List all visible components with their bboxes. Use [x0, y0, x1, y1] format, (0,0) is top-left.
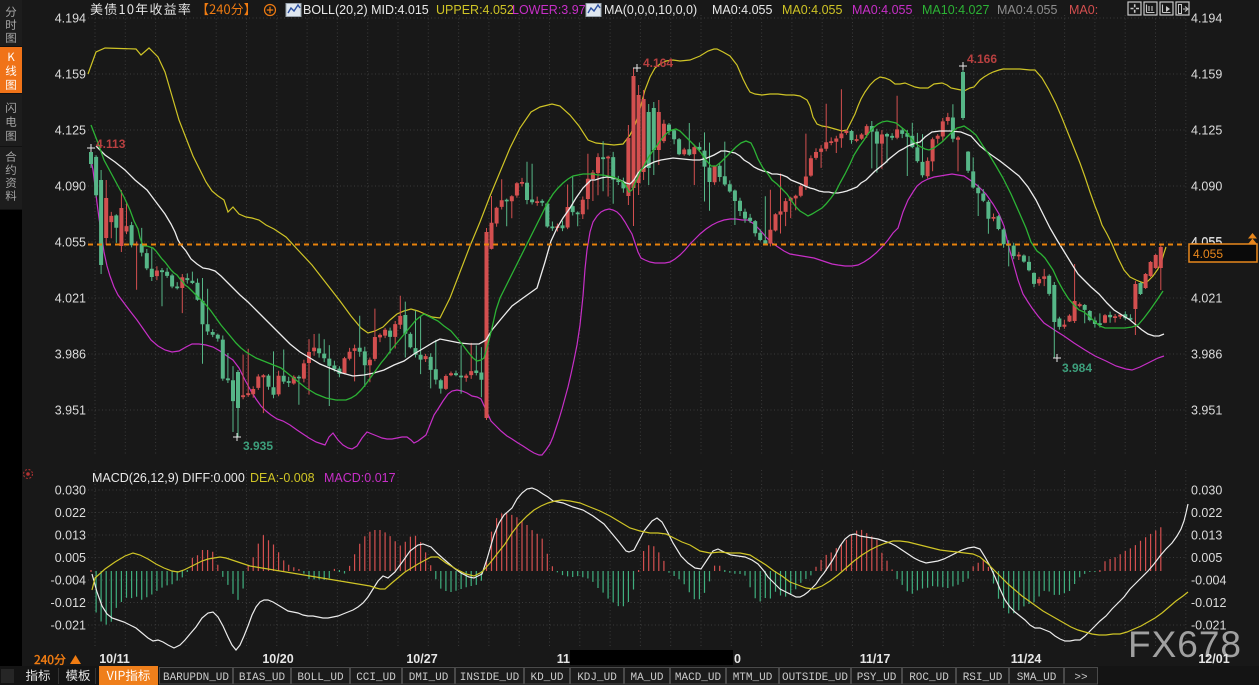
svg-text:11/17: 11/17 — [860, 652, 891, 666]
svg-text:3.951: 3.951 — [55, 404, 86, 418]
svg-text:-0.004: -0.004 — [1191, 574, 1226, 588]
svg-text:3.951: 3.951 — [1191, 404, 1222, 418]
svg-text:MA(0,0,0,10,0,0): MA(0,0,0,10,0,0) — [604, 3, 697, 17]
svg-text:4.113: 4.113 — [96, 137, 126, 151]
svg-text:SMA_UD: SMA_UD — [1017, 672, 1057, 684]
svg-text:11/24: 11/24 — [1011, 652, 1042, 666]
svg-text:4.055: 4.055 — [1193, 247, 1223, 261]
svg-text:12/01: 12/01 — [1198, 652, 1229, 666]
svg-text:ROC_UD: ROC_UD — [909, 672, 949, 684]
svg-text:UPPER:4.052: UPPER:4.052 — [436, 3, 514, 17]
svg-text:4.125: 4.125 — [55, 124, 86, 138]
svg-text:-0.004: -0.004 — [51, 574, 86, 588]
svg-text:RSI_UD: RSI_UD — [963, 672, 1003, 684]
svg-text:BIAS_UD: BIAS_UD — [239, 672, 286, 684]
svg-text:BOLL(20,2) MID:4.015: BOLL(20,2) MID:4.015 — [303, 3, 429, 17]
svg-text:0.013: 0.013 — [1191, 529, 1222, 543]
svg-text:MA_UD: MA_UD — [630, 672, 663, 684]
svg-text:3.986: 3.986 — [55, 348, 86, 362]
svg-text:4.021: 4.021 — [55, 292, 86, 306]
svg-text:4.055: 4.055 — [55, 236, 86, 250]
svg-text:0.005: 0.005 — [55, 551, 86, 565]
svg-text:4.125: 4.125 — [1191, 124, 1222, 138]
svg-text:11: 11 — [557, 652, 570, 666]
svg-text:KDJ_UD: KDJ_UD — [577, 672, 617, 684]
svg-text:MA0:: MA0: — [1069, 3, 1098, 17]
svg-text:DMI_UD: DMI_UD — [409, 672, 449, 684]
svg-text:-0.012: -0.012 — [1191, 596, 1226, 610]
svg-text:0.005: 0.005 — [1191, 551, 1222, 565]
svg-text:4.159: 4.159 — [55, 68, 86, 82]
svg-text:0.022: 0.022 — [55, 506, 86, 520]
svg-text:3.984: 3.984 — [1062, 361, 1092, 375]
svg-text:4.090: 4.090 — [1191, 180, 1222, 194]
svg-text:3.986: 3.986 — [1191, 348, 1222, 362]
svg-text:4.021: 4.021 — [1191, 292, 1222, 306]
svg-text:MACD(26,12,9) DIFF:0.000: MACD(26,12,9) DIFF:0.000 — [92, 471, 245, 485]
svg-text:4.164: 4.164 — [643, 56, 673, 70]
svg-text:4.194: 4.194 — [1191, 12, 1222, 26]
svg-text:4.166: 4.166 — [967, 52, 997, 66]
svg-text:DEA:-0.008: DEA:-0.008 — [250, 471, 315, 485]
svg-text:MACD:0.017: MACD:0.017 — [324, 471, 396, 485]
svg-text:10/11: 10/11 — [99, 652, 130, 666]
svg-text:MA0:4.055: MA0:4.055 — [852, 3, 913, 17]
svg-text:10/27: 10/27 — [406, 652, 437, 666]
svg-text:0.013: 0.013 — [55, 529, 86, 543]
svg-text:>>: >> — [1074, 672, 1087, 684]
svg-text:MA0:4.055: MA0:4.055 — [712, 3, 773, 17]
svg-text:LOWER:3.978: LOWER:3.978 — [512, 3, 593, 17]
svg-text:-0.012: -0.012 — [51, 596, 86, 610]
svg-text:MTM_UD: MTM_UD — [733, 672, 773, 684]
svg-text:4.194: 4.194 — [55, 12, 86, 26]
svg-text:BOLL_UD: BOLL_UD — [297, 672, 344, 684]
svg-text:KD_UD: KD_UD — [530, 672, 563, 684]
svg-text:CCI_UD: CCI_UD — [356, 672, 396, 684]
svg-text:MA0:4.055: MA0:4.055 — [997, 3, 1058, 17]
svg-text:0: 0 — [734, 652, 741, 666]
svg-text:3.935: 3.935 — [243, 439, 273, 453]
svg-text:BARUPDN_UD: BARUPDN_UD — [163, 672, 229, 684]
svg-text:OUTSIDE_UD: OUTSIDE_UD — [782, 672, 848, 684]
svg-text:PSY_UD: PSY_UD — [857, 672, 897, 684]
svg-text:4.159: 4.159 — [1191, 68, 1222, 82]
svg-text:MA0:4.055: MA0:4.055 — [782, 3, 843, 17]
svg-text:4.090: 4.090 — [55, 180, 86, 194]
svg-text:-0.021: -0.021 — [51, 619, 86, 633]
svg-text:0.022: 0.022 — [1191, 506, 1222, 520]
svg-text:0.030: 0.030 — [55, 484, 86, 498]
svg-text:MA10:4.027: MA10:4.027 — [922, 3, 989, 17]
svg-text:MACD_UD: MACD_UD — [675, 672, 722, 684]
svg-text:0.030: 0.030 — [1191, 484, 1222, 498]
svg-text:10/20: 10/20 — [262, 652, 293, 666]
svg-text:INSIDE_UD: INSIDE_UD — [460, 672, 520, 684]
